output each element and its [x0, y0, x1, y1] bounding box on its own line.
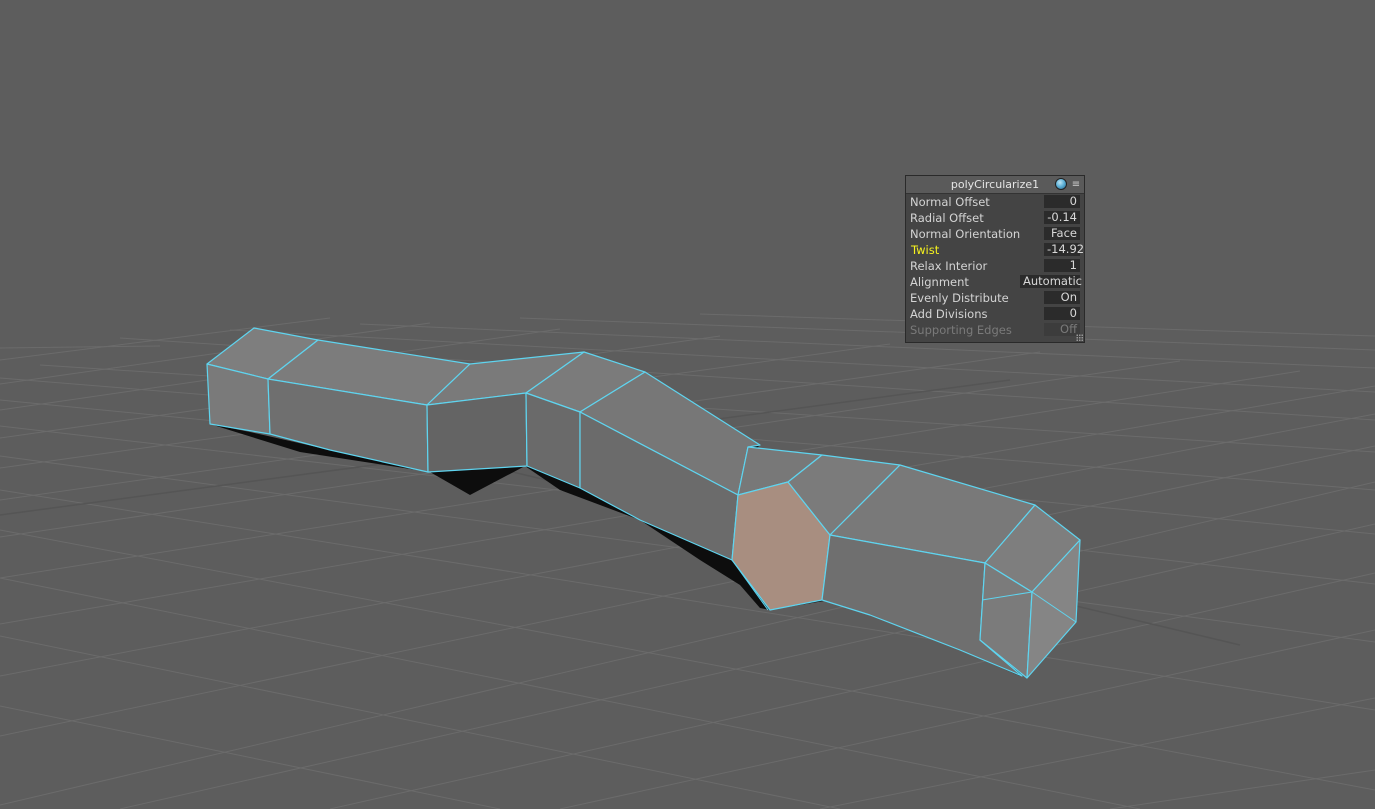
hud-row-label: Evenly Distribute [910, 291, 1009, 305]
hud-row[interactable]: Add Divisions 0 [906, 306, 1084, 322]
hud-row-value[interactable]: -14.92 [1044, 243, 1084, 256]
shaded-sphere-icon[interactable] [1055, 178, 1067, 190]
hud-row[interactable]: Normal Orientation Face [906, 226, 1084, 242]
hud-row-label: Twist [911, 243, 940, 257]
hud-row[interactable]: Twist -14.92 [906, 242, 1084, 258]
hud-row-value[interactable]: Face [1044, 227, 1080, 240]
hud-row-label: Add Divisions [910, 307, 988, 321]
hud-title: polyCircularize1 [950, 178, 1040, 191]
resize-grip-icon[interactable] [1076, 334, 1083, 341]
menu-icon[interactable]: ≡ [1071, 176, 1081, 193]
hud-row-value[interactable]: 0 [1044, 195, 1080, 208]
hud-row-label: Radial Offset [910, 211, 984, 225]
polygon-mesh [206, 327, 1081, 679]
hud-row-label: Relax Interior [910, 259, 988, 273]
hud-row[interactable]: Radial Offset -0.14 [906, 210, 1084, 226]
hud-row-value: Off [1044, 323, 1080, 336]
hud-row[interactable]: Evenly Distribute On [906, 290, 1084, 306]
hud-row-value[interactable]: On [1044, 291, 1080, 304]
hud-row[interactable]: Alignment Automatic [906, 274, 1084, 290]
scene-canvas[interactable] [0, 0, 1375, 809]
hud-row-value[interactable]: -0.14 [1044, 211, 1080, 224]
hud-row: Supporting Edges Off [906, 322, 1084, 338]
hud-row[interactable]: Relax Interior 1 [906, 258, 1084, 274]
hud-row-value[interactable]: Automatic [1020, 275, 1082, 288]
hud-row-value[interactable]: 1 [1044, 259, 1080, 272]
poly-circularize-hud[interactable]: polyCircularize1 ≡ Normal Offset 0 Radial … [905, 175, 1085, 343]
hud-row-value[interactable]: 0 [1044, 307, 1080, 320]
hud-row-label: Normal Orientation [910, 227, 1021, 241]
hud-header[interactable]: polyCircularize1 ≡ [906, 176, 1084, 194]
hud-row-label: Alignment [910, 275, 969, 289]
hud-row[interactable]: Normal Offset 0 [906, 194, 1084, 210]
hud-row-label: Supporting Edges [910, 323, 1012, 337]
hud-attribute-list: Normal Offset 0 Radial Offset -0.14 Normal O… [906, 194, 1084, 338]
hud-row-label: Normal Offset [910, 195, 990, 209]
ground-grid [0, 313, 1375, 809]
3d-viewport[interactable]: polyCircularize1 ≡ Normal Offset 0 Radial … [0, 0, 1375, 809]
